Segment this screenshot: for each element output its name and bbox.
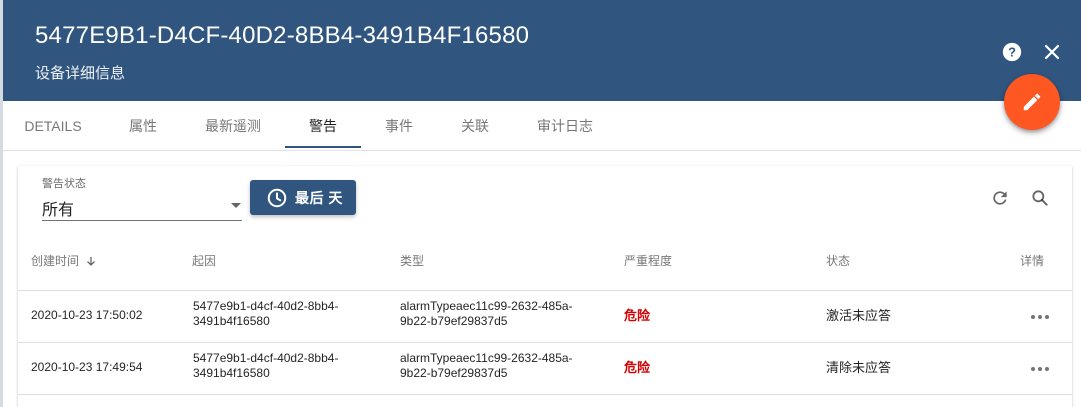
created-time-header-label: 创建时间 — [31, 254, 80, 268]
alarm-status-select[interactable]: 所有 — [42, 193, 242, 221]
device-title: 5477E9B1-D4CF-40D2-8BB4-3491B4F16580 — [35, 22, 530, 49]
edit-pencil-icon[interactable] — [1004, 74, 1060, 130]
tab-relations[interactable]: 关联 — [442, 101, 508, 149]
tab-latest-telemetry[interactable]: 最新遥测 — [190, 101, 276, 149]
column-header-severity: 严重程度 — [624, 254, 673, 268]
column-header-details: 详情 — [1020, 254, 1045, 268]
clock-icon — [266, 187, 288, 209]
tab-bar: DETAILS 属性 最新遥测 警告 事件 关联 审计日志 — [0, 101, 1081, 151]
type-line: alarmTypeaec11c99-2632-485a- — [400, 351, 573, 365]
table-row[interactable]: 2020-10-23 17:50:02 5477e9b1-d4cf-40d2-8… — [18, 290, 1072, 342]
search-icon[interactable] — [1028, 186, 1052, 210]
sort-arrow-down-icon — [85, 255, 97, 267]
more-horizontal-icon[interactable] — [1028, 305, 1052, 329]
status-cell: 清除未应答 — [826, 360, 892, 375]
originator-line: 5477e9b1-d4cf-40d2-8bb4- — [193, 299, 339, 313]
type-line: alarmTypeaec11c99-2632-485a- — [400, 299, 573, 313]
type-line: 9b22-b79ef29837d5 — [400, 314, 508, 328]
tab-alarms[interactable]: 警告 — [285, 101, 361, 149]
type-cell: alarmTypeaec11c99-2632-485a- 9b22-b79ef2… — [400, 299, 573, 329]
tab-attributes[interactable]: 属性 — [110, 101, 176, 149]
originator-cell: 5477e9b1-d4cf-40d2-8bb4- 3491b4f16580 — [193, 299, 338, 329]
tab-details[interactable]: DETAILS — [12, 101, 94, 149]
tab-events[interactable]: 事件 — [366, 101, 432, 149]
dropdown-arrow-icon — [231, 203, 241, 208]
column-header-originator: 起因 — [192, 254, 217, 268]
table-divider — [18, 394, 1072, 395]
column-header-status: 状态 — [826, 254, 851, 268]
help-icon[interactable]: ? — [1000, 40, 1024, 64]
svg-text:?: ? — [1008, 45, 1016, 60]
originator-line: 5477e9b1-d4cf-40d2-8bb4- — [193, 351, 339, 365]
status-cell: 激活未应答 — [826, 308, 892, 323]
created-time-cell: 2020-10-23 17:50:02 — [31, 308, 143, 322]
alarm-status-value: 所有 — [42, 202, 75, 219]
severity-cell: 危险 — [624, 308, 651, 323]
active-tab-indicator — [285, 146, 361, 148]
alarm-status-label: 警告状态 — [42, 178, 86, 190]
type-line: 9b22-b79ef29837d5 — [400, 366, 508, 380]
close-icon[interactable] — [1040, 40, 1064, 64]
time-window-button[interactable]: 最后 天 — [250, 180, 356, 215]
time-window-label: 最后 天 — [295, 189, 343, 206]
created-time-cell: 2020-10-23 17:49:54 — [31, 360, 143, 374]
refresh-icon[interactable] — [988, 186, 1012, 210]
tab-audit-log[interactable]: 审计日志 — [522, 101, 608, 149]
more-horizontal-icon[interactable] — [1028, 357, 1052, 381]
device-details-header: 5477E9B1-D4CF-40D2-8BB4-3491B4F16580 设备详… — [0, 0, 1081, 101]
column-header-type: 类型 — [400, 254, 425, 268]
column-header-created-time[interactable]: 创建时间 — [31, 252, 97, 269]
originator-line: 3491b4f16580 — [193, 314, 270, 328]
alarms-panel: 警告状态 所有 最后 天 创建时间 起因 类型 严重程度 状态 详情 2020-… — [18, 166, 1072, 407]
originator-line: 3491b4f16580 — [193, 366, 270, 380]
window-edge — [0, 0, 3, 407]
type-cell: alarmTypeaec11c99-2632-485a- 9b22-b79ef2… — [400, 351, 573, 381]
severity-cell: 危险 — [624, 360, 651, 375]
table-row[interactable]: 2020-10-23 17:49:54 5477e9b1-d4cf-40d2-8… — [18, 342, 1072, 394]
device-subtitle: 设备详细信息 — [35, 65, 126, 82]
originator-cell: 5477e9b1-d4cf-40d2-8bb4- 3491b4f16580 — [193, 351, 338, 381]
